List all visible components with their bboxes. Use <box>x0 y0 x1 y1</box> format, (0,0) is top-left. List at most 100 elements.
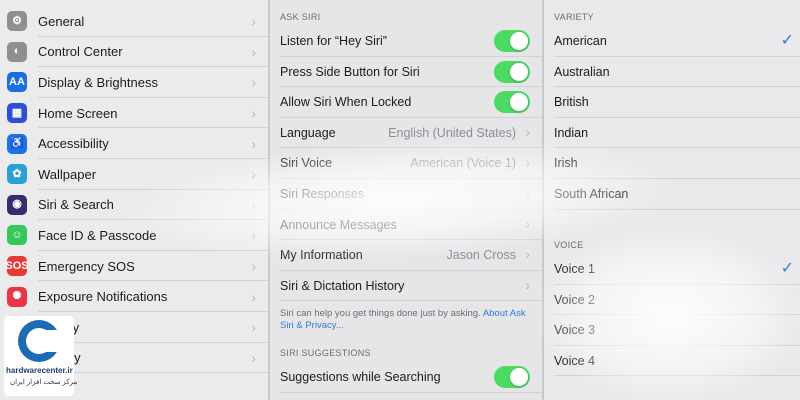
toggle-switch[interactable] <box>494 91 530 114</box>
chevron-right-icon: › <box>251 288 256 305</box>
option-label: Voice 1 <box>554 262 596 276</box>
siri-row-label: Siri & Dictation History <box>280 278 405 293</box>
chevron-right-icon: › <box>251 227 256 244</box>
settings-item-label: Control Center <box>38 44 123 60</box>
siri-row-value: English (United States) <box>388 125 516 140</box>
settings-item-general[interactable]: ⚙ General › <box>0 6 268 37</box>
toggle-switch[interactable] <box>494 30 530 52</box>
row-separator <box>554 208 800 210</box>
settings-item-label: Home Screen <box>38 105 118 121</box>
checkmark-icon: ✓ <box>780 260 794 277</box>
chevron-right-icon: › <box>251 135 256 152</box>
sos-icon: SOS <box>5 256 29 277</box>
ask-siri-header: ASK SIRI <box>280 12 321 22</box>
settings-item-accessibility[interactable]: ♿ Accessibility › <box>0 128 268 159</box>
settings-item-siri-search[interactable]: ◉ Siri & Search › <box>0 190 268 221</box>
settings-item-display-brightness[interactable]: AA Display & Brightness › <box>0 67 268 98</box>
option-voice-1[interactable]: Voice 1 ✓ <box>544 254 800 285</box>
siri-row-label: Allow Siri When Locked <box>280 95 412 110</box>
option-irish[interactable]: Irish <box>544 148 800 179</box>
display-icon: AA <box>7 72 27 93</box>
option-label: American <box>554 34 607 48</box>
settings-item-label: Face ID & Passcode <box>38 227 157 243</box>
chevron-right-icon: › <box>251 258 256 275</box>
settings-item-label: Exposure Notifications <box>38 289 168 305</box>
siri-voice-panel: VARIETY American ✓ Australian British Indian… <box>544 0 800 400</box>
toggle-switch[interactable] <box>494 60 530 83</box>
gear-icon: ⚙ <box>7 11 27 32</box>
circuit-logo-icon <box>18 320 60 362</box>
row-separator <box>554 375 800 377</box>
toggle-knob <box>510 32 528 50</box>
watermark-logo: hardwarecenter.ir مرکز سخت افزار ایران <box>4 316 78 396</box>
option-label: Australian <box>554 64 610 79</box>
chevron-right-icon: › <box>251 166 256 183</box>
option-indian[interactable]: Indian <box>544 118 800 149</box>
siri-row-siri-dictation-history[interactable]: Siri & Dictation History › <box>270 271 542 302</box>
option-voice-2[interactable]: Voice 2 <box>544 285 800 316</box>
option-label: British <box>554 95 589 110</box>
toggles-icon: ◐ <box>7 41 27 62</box>
chevron-right-icon: › <box>251 196 256 213</box>
settings-item-emergency-sos[interactable]: SOS Emergency SOS › <box>0 251 268 282</box>
option-british[interactable]: British <box>544 87 800 118</box>
chevron-right-icon: › <box>525 154 530 171</box>
settings-item-label: Emergency SOS <box>38 258 135 274</box>
watermark-name: hardwarecenter.ir <box>6 366 73 375</box>
watermark-subtitle: مرکز سخت افزار ایران <box>10 379 78 386</box>
settings-item-face-id-passcode[interactable]: ☺ Face ID & Passcode › <box>0 220 268 251</box>
siri-row-allow-siri-when-locked[interactable]: Allow Siri When Locked <box>270 87 542 118</box>
toggle-knob <box>510 368 528 386</box>
siri-row-label: Suggestions while Searching <box>280 370 441 384</box>
accessibility-icon: ♿ <box>7 133 27 154</box>
settings-item-label: Display & Brightness <box>38 74 158 90</box>
chevron-right-icon: › <box>525 276 530 293</box>
settings-item-exposure-notifications[interactable]: ✺ Exposure Notifications › <box>0 281 268 312</box>
option-label: Voice 4 <box>554 353 596 368</box>
siri-row-label: Press Side Button for Siri <box>280 64 420 79</box>
option-voice-3[interactable]: Voice 3 <box>544 315 800 346</box>
settings-item-control-center[interactable]: ◐ Control Center › <box>0 37 268 68</box>
siri-settings-panel: ASK SIRI Listen for “Hey Siri” Press Side… <box>270 0 542 400</box>
siri-suggestions-header: SIRI SUGGESTIONS <box>280 348 371 358</box>
siri-footnote-text: Siri can help you get things done just b… <box>280 308 481 319</box>
chevron-right-icon: › <box>251 319 256 336</box>
option-label: Voice 2 <box>554 292 596 307</box>
siri-row-label: My Information <box>280 248 363 263</box>
settings-item-label: Siri & Search <box>38 197 114 213</box>
chevron-right-icon: › <box>251 349 256 366</box>
option-australian[interactable]: Australian <box>544 57 800 88</box>
siri-row-siri-responses[interactable]: Siri Responses › <box>270 179 542 210</box>
toggle-switch[interactable] <box>494 366 530 388</box>
settings-item-home-screen[interactable]: ▦ Home Screen › <box>0 98 268 129</box>
siri-row-label: Language <box>280 125 336 140</box>
exposure-icon: ✺ <box>7 286 27 307</box>
settings-item-label: Wallpaper <box>38 166 97 182</box>
siri-row-label: Siri Voice <box>280 156 333 171</box>
settings-item-label: Accessibility <box>38 136 109 152</box>
option-south-african[interactable]: South African <box>544 179 800 210</box>
wallpaper-icon: ✿ <box>7 164 27 185</box>
voice-header: VOICE <box>554 240 584 250</box>
siri-icon: ◉ <box>7 194 27 215</box>
row-separator <box>280 391 542 393</box>
siri-row-siri-voice[interactable]: Siri Voice American (Voice 1) › <box>270 148 542 179</box>
chevron-right-icon: › <box>251 13 256 30</box>
siri-row-my-information[interactable]: My Information Jason Cross › <box>270 240 542 271</box>
chevron-right-icon: › <box>525 185 530 201</box>
variety-header: VARIETY <box>554 12 594 22</box>
settings-item-label: General <box>38 13 85 29</box>
option-voice-4[interactable]: Voice 4 <box>544 346 800 377</box>
siri-row-press-side-button-for-siri[interactable]: Press Side Button for Siri <box>270 57 542 88</box>
settings-item-wallpaper[interactable]: ✿ Wallpaper › <box>0 159 268 190</box>
chevron-right-icon: › <box>251 74 256 91</box>
siri-row-language[interactable]: Language English (United States) › <box>270 118 542 149</box>
siri-row-listen-for-hey-siri[interactable]: Listen for “Hey Siri” <box>270 26 542 57</box>
siri-row-suggestions-while-searching[interactable]: Suggestions while Searching <box>270 362 542 393</box>
option-label: South African <box>554 187 629 201</box>
siri-row-announce-messages[interactable]: Announce Messages › <box>270 210 542 241</box>
siri-row-value: Jason Cross <box>446 248 516 263</box>
option-american[interactable]: American ✓ <box>544 26 800 57</box>
checkmark-icon: ✓ <box>780 32 794 49</box>
option-label: Voice 3 <box>554 323 596 338</box>
